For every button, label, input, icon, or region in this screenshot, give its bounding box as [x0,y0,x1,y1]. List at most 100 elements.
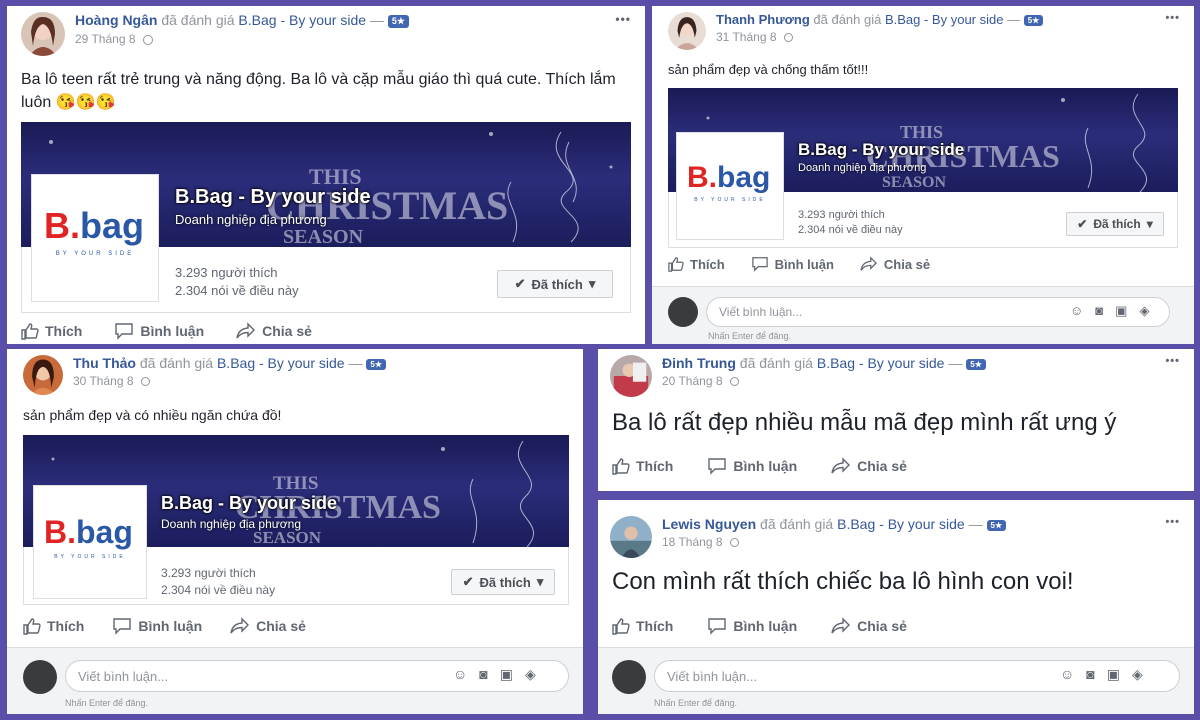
author-name[interactable]: Đinh Trung [662,355,736,371]
share-button[interactable]: Chia sẻ [860,256,930,272]
page-logo[interactable]: B.bag BY YOUR SIDE [31,174,159,302]
author-name[interactable]: Thanh Phương [716,12,810,27]
comment-label: Bình luận [138,618,203,634]
more-options-icon[interactable]: ••• [1165,516,1180,528]
sticker-icon[interactable]: ◈ [1132,666,1143,683]
check-icon: ✔ [514,276,526,291]
post-date[interactable]: 30 Tháng 8 [73,374,134,388]
page-link[interactable]: B.Bag - By your side [217,355,345,371]
thumb-up-icon [668,257,684,272]
like-button[interactable]: Thích [21,322,82,340]
globe-icon [729,377,739,387]
page-link[interactable]: B.Bag - By your side [817,355,945,371]
avatar[interactable] [610,516,652,558]
like-label: Thích [636,618,674,634]
page-logo[interactable]: B.bag BY YOUR SIDE [676,132,784,240]
post-text: Ba lô rất đẹp nhiều mẫu mã đẹp mình rất … [612,409,1117,436]
comment-label: Bình luận [733,618,798,634]
page-title[interactable]: B.Bag - By your side [798,140,964,160]
author-name[interactable]: Thu Thảo [73,355,136,371]
post-date[interactable]: 18 Tháng 8 [662,535,723,549]
page-logo[interactable]: B.bag BY YOUR SIDE [33,485,147,599]
logo-tagline: BY YOUR SIDE [54,554,126,560]
logo-bag: bag [80,205,145,246]
commenter-avatar[interactable] [612,660,646,694]
emoji-icon[interactable]: ☺ [1070,303,1083,319]
liked-label: Đã thích [531,276,583,292]
enter-hint: Nhấn Enter để đăng. [654,698,738,708]
comment-placeholder: Viết bình luận... [719,305,803,319]
liked-button[interactable]: ✔ Đã thích ▾ [451,569,555,595]
more-options-icon[interactable]: ••• [615,12,631,26]
avatar[interactable] [21,12,65,56]
page-stats: 3.293 người thích 2.304 nói về điều này [798,208,903,239]
page-category: Doanh nghiệp địa phương [161,517,302,531]
share-button[interactable]: Chia sẻ [831,617,907,635]
commenter-avatar[interactable] [668,297,698,327]
more-options-icon[interactable]: ••• [1165,12,1180,24]
gif-icon[interactable]: ▣ [1107,666,1120,683]
share-icon [230,617,250,634]
share-icon [860,256,877,271]
comment-button[interactable]: Bình luận [114,322,204,340]
thumb-up-icon [23,618,41,635]
post-date[interactable]: 31 Tháng 8 [716,30,777,44]
comment-button[interactable]: Bình luận [707,457,797,475]
like-button[interactable]: Thích [668,256,725,272]
comment-label: Bình luận [140,323,205,339]
liked-button[interactable]: ✔ Đã thích ▾ [1066,212,1164,236]
camera-icon[interactable]: ◙ [479,666,487,683]
page-link[interactable]: B.Bag - By your side [885,12,1004,27]
share-button[interactable]: Chia sẻ [236,322,312,340]
camera-icon[interactable]: ◙ [1086,666,1094,683]
action-bar: Thích Bình luận Chia sẻ [23,617,306,635]
logo-b: B. [44,514,76,550]
more-options-icon[interactable]: ••• [1165,355,1180,367]
comment-placeholder: Viết bình luận... [667,668,758,684]
review-card-1: Hoàng Ngân đã đánh giá B.Bag - By your s… [7,6,645,344]
post-header: Hoàng Ngân đã đánh giá B.Bag - By your s… [21,12,409,56]
comment-button[interactable]: Bình luận [707,617,797,635]
post-date[interactable]: 20 Tháng 8 [662,374,723,388]
post-date[interactable]: 29 Tháng 8 [75,32,136,46]
kiss-emoji: 😘😘😘 [55,94,116,112]
avatar[interactable] [668,12,706,50]
share-icon [831,617,851,634]
camera-icon[interactable]: ◙ [1095,303,1103,319]
avatar[interactable] [23,355,63,395]
gif-icon[interactable]: ▣ [500,666,513,683]
liked-button[interactable]: ✔ Đã thích ▾ [497,270,613,298]
page-title[interactable]: B.Bag - By your side [161,493,337,514]
post-text: sản phẩm đẹp và có nhiều ngăn chứa đồ! [23,407,282,423]
comment-button[interactable]: Bình luận [751,256,834,272]
emoji-icon[interactable]: ☺ [1060,666,1074,683]
page-link[interactable]: B.Bag - By your side [238,12,366,28]
page-stats: 3.293 người thích 2.304 nói về điều này [161,565,275,599]
rating-badge: 5★ [986,519,1007,531]
share-button[interactable]: Chia sẻ [230,617,306,635]
share-button[interactable]: Chia sẻ [831,457,907,475]
emoji-icon[interactable]: ☺ [453,666,467,683]
like-button[interactable]: Thích [612,617,673,635]
sticker-icon[interactable]: ◈ [1139,303,1149,319]
comment-tools: ☺ ◙ ▣ ◈ [1060,666,1143,683]
page-link[interactable]: B.Bag - By your side [837,516,965,532]
review-card-2: Thanh Phương đã đánh giá B.Bag - By your… [652,6,1194,344]
author-name[interactable]: Hoàng Ngân [75,12,157,28]
rated-label: đã đánh giá [161,12,235,28]
gif-icon[interactable]: ▣ [1115,303,1127,319]
author-name[interactable]: Lewis Nguyen [662,516,756,532]
post-header: Thanh Phương đã đánh giá B.Bag - By your… [668,12,1044,50]
comment-label: Bình luận [733,458,798,474]
comment-label: Bình luận [774,256,834,272]
like-button[interactable]: Thích [612,457,673,475]
comment-button[interactable]: Bình luận [112,617,202,635]
page-title[interactable]: B.Bag - By your side [175,186,371,209]
commenter-avatar[interactable] [23,660,57,694]
rating-badge: 5★ [387,14,409,28]
like-button[interactable]: Thích [23,617,84,635]
sticker-icon[interactable]: ◈ [525,666,536,683]
logo-bag: bag [76,514,133,550]
rated-label: đã đánh giá [813,12,882,27]
avatar[interactable] [610,355,652,397]
